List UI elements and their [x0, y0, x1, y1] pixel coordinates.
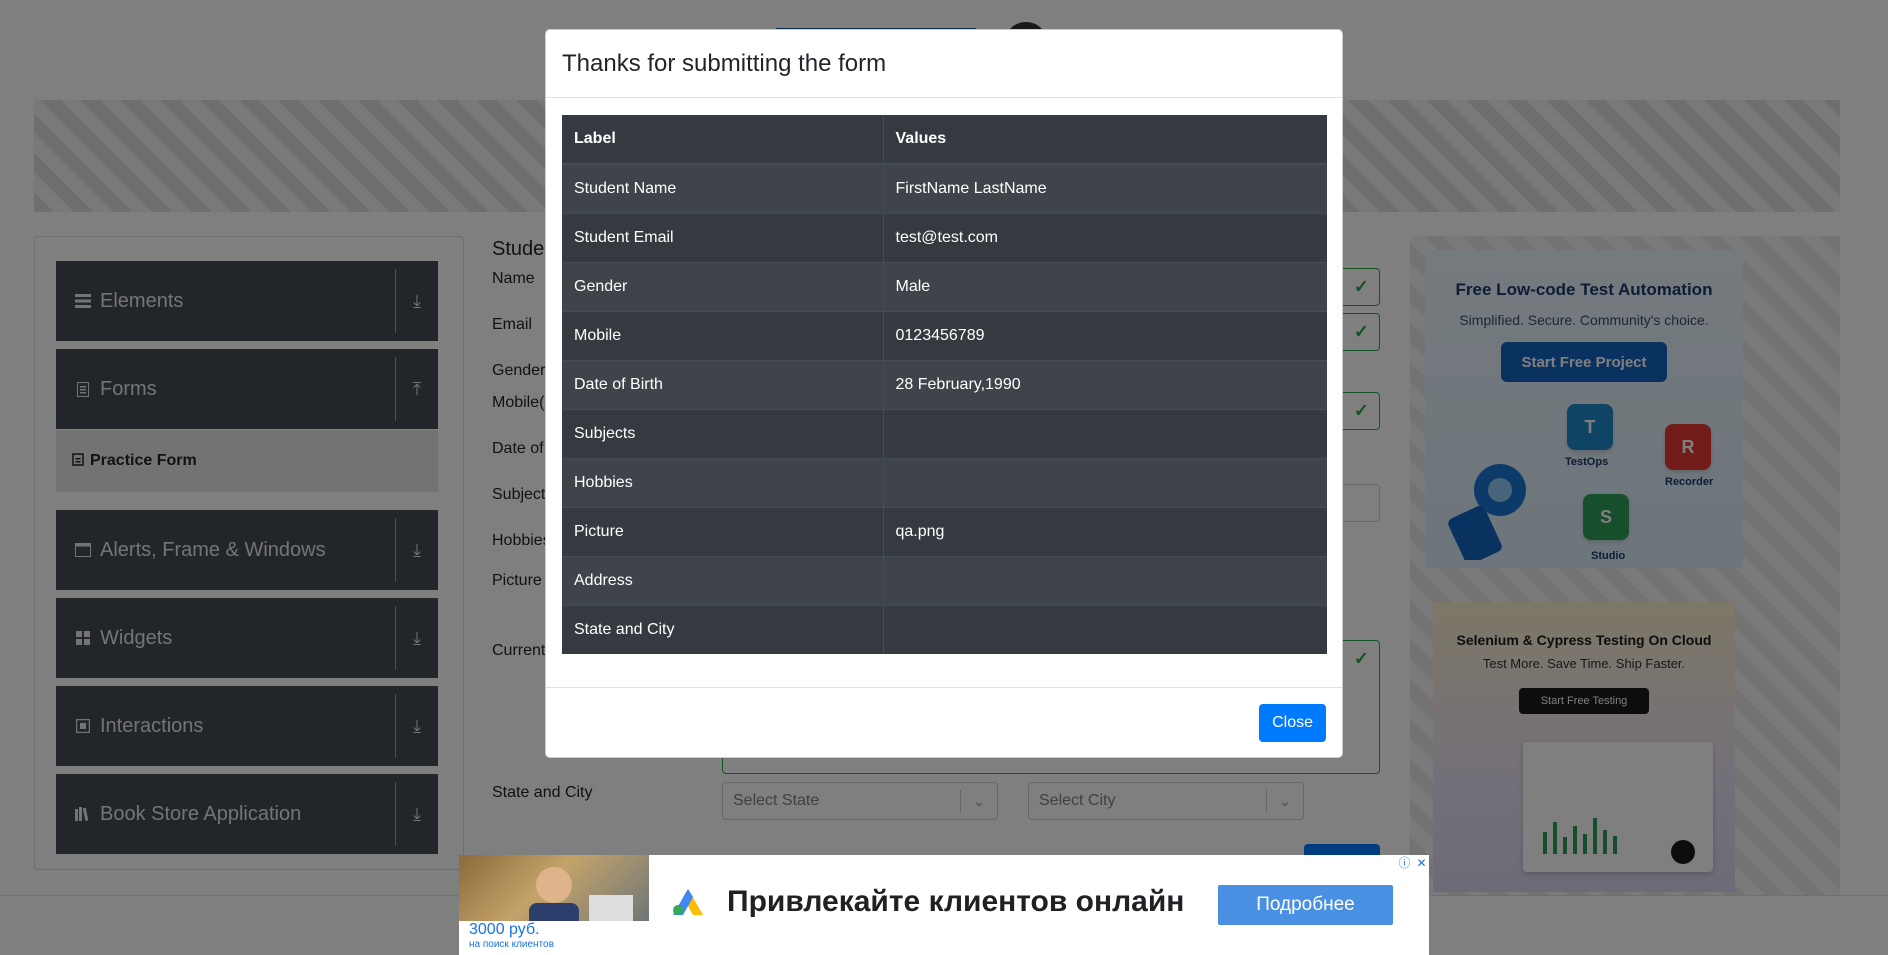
table-row: Date of Birth 28 February,1990	[562, 359, 1327, 409]
ad-price: 3000 руб.	[469, 921, 540, 938]
ad-choices: ⓘ ✕	[1397, 855, 1429, 871]
ad-price-caption: на поиск клиентов	[469, 939, 554, 950]
row-value	[883, 408, 1327, 458]
table-row: Picture qa.png	[562, 506, 1327, 556]
close-icon[interactable]: ✕	[1414, 855, 1429, 870]
table-row: Hobbies	[562, 457, 1327, 507]
row-label: Student Email	[562, 212, 884, 262]
row-value: FirstName LastName	[883, 163, 1327, 213]
row-label: Subjects	[562, 408, 884, 458]
table-row: Mobile 0123456789	[562, 310, 1327, 360]
row-label: Student Name	[562, 163, 884, 213]
table-row: Address	[562, 555, 1327, 605]
results-table: Label Values Student Name FirstName Last…	[562, 115, 1327, 654]
ad-headline: Привлекайте клиентов онлайн	[727, 885, 1185, 918]
row-value	[883, 604, 1327, 654]
row-value	[883, 555, 1327, 605]
row-label: Address	[562, 555, 884, 605]
table-row: Gender Male	[562, 261, 1327, 311]
table-row: Student Name FirstName LastName	[562, 163, 1327, 213]
row-value: 28 February,1990	[883, 359, 1327, 409]
row-label: Gender	[562, 261, 884, 311]
row-value: test@test.com	[883, 212, 1327, 262]
row-label: State and City	[562, 604, 884, 654]
google-ads-logo-icon	[673, 889, 703, 915]
row-value: Male	[883, 261, 1327, 311]
table-row: Subjects	[562, 408, 1327, 458]
table-header-row: Label Values	[562, 115, 1327, 165]
modal-title: Thanks for submitting the form	[562, 50, 887, 77]
modal-header: Thanks for submitting the form	[546, 30, 1342, 98]
row-label: Picture	[562, 506, 884, 556]
column-header-values: Values	[883, 115, 1327, 165]
row-label: Date of Birth	[562, 359, 884, 409]
row-value: qa.png	[883, 506, 1327, 556]
table-row: State and City	[562, 604, 1327, 654]
close-button[interactable]: Close	[1259, 704, 1326, 742]
column-header-label: Label	[562, 115, 884, 165]
row-value: 0123456789	[883, 310, 1327, 360]
modal-footer: Close	[546, 687, 1342, 757]
submission-modal: Thanks for submitting the form Label Val…	[545, 29, 1343, 758]
row-label: Hobbies	[562, 457, 884, 507]
bottom-ad-banner[interactable]: 3000 руб. на поиск клиентов Привлекайте …	[459, 855, 1429, 955]
row-label: Mobile	[562, 310, 884, 360]
table-row: Student Email test@test.com	[562, 212, 1327, 262]
row-value	[883, 457, 1327, 507]
ad-cta-button[interactable]: Подробнее	[1218, 885, 1393, 925]
info-icon[interactable]: ⓘ	[1397, 855, 1412, 870]
